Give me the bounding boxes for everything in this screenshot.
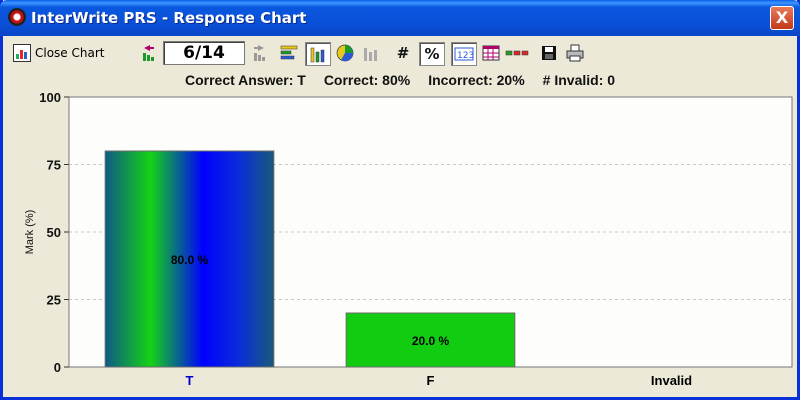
color-legend-icon xyxy=(505,50,529,56)
correct-answer-text: Correct Answer: T xyxy=(184,72,306,88)
print-button[interactable] xyxy=(565,42,585,64)
grid-table-icon xyxy=(482,45,500,61)
y-tick-label: 75 xyxy=(47,158,61,173)
close-chart-icon xyxy=(13,44,31,62)
previous-arrow-icon xyxy=(143,45,154,61)
vertical-bar-chart-icon xyxy=(310,47,325,63)
percent-toggle: % xyxy=(424,45,440,63)
vertical-bar-chart-button[interactable] xyxy=(305,42,331,66)
toolbar: Close Chart 6/14 # % 123 xyxy=(3,36,797,68)
pie-chart-icon xyxy=(336,44,354,62)
grid-table-button[interactable] xyxy=(481,42,501,64)
incorrect-percent-text: Incorrect: 20% xyxy=(428,72,525,88)
response-bar-chart: 0 25 50 75 100 Mark (%) 80.0 % T 20.0 % F Invalid xyxy=(24,92,793,388)
x-tick-label: F xyxy=(427,373,435,388)
percent-toggle-button[interactable]: % xyxy=(419,42,445,66)
numbered-labels-button[interactable]: 123 xyxy=(451,42,477,66)
close-chart-label: Close Chart xyxy=(35,46,105,60)
svg-text:123: 123 xyxy=(457,51,474,61)
correct-percent-text: Correct: 80% xyxy=(323,72,411,88)
next-arrow-icon xyxy=(254,45,265,61)
y-tick-label: 50 xyxy=(47,225,61,240)
pie-chart-button[interactable] xyxy=(335,42,355,64)
title-bar[interactable]: InterWrite PRS - Response Chart X xyxy=(0,0,800,36)
count-toggle-button[interactable]: # xyxy=(393,42,413,64)
window-title: InterWrite PRS - Response Chart xyxy=(31,9,307,27)
answer-summary: Correct Answer: T Correct: 80% Incorrect: … xyxy=(3,72,797,92)
bar-data-label: 80.0 % xyxy=(171,253,209,267)
count-toggle: # xyxy=(396,44,410,62)
y-axis-label: Mark (%) xyxy=(24,210,36,255)
x-tick-label: Invalid xyxy=(651,373,692,388)
disabled-bar-chart-icon xyxy=(364,48,377,61)
question-counter[interactable]: 6/14 xyxy=(163,41,245,65)
save-icon xyxy=(542,46,556,60)
close-window-button[interactable]: X xyxy=(770,6,794,30)
y-tick-label: 100 xyxy=(39,92,61,105)
app-logo-icon xyxy=(8,8,26,26)
disabled-chart-button[interactable] xyxy=(361,42,381,64)
x-tick-label: T xyxy=(186,373,194,388)
color-legend-button[interactable] xyxy=(505,42,529,64)
next-question-button[interactable] xyxy=(249,42,269,64)
y-tick-label: 25 xyxy=(47,293,61,308)
horizontal-bar-chart-icon xyxy=(280,45,298,60)
invalid-count-text: # Invalid: 0 xyxy=(542,72,616,88)
horizontal-bar-chart-button[interactable] xyxy=(279,42,299,64)
print-icon xyxy=(566,44,584,62)
close-chart-button[interactable]: Close Chart xyxy=(13,42,104,64)
y-tick-label: 0 xyxy=(54,360,61,375)
response-chart-window: InterWrite PRS - Response Chart X Close … xyxy=(0,0,800,400)
bar-data-label: 20.0 % xyxy=(412,334,450,348)
previous-question-button[interactable] xyxy=(139,42,159,64)
save-button[interactable] xyxy=(539,42,559,64)
numbered-labels-icon: 123 xyxy=(454,47,474,61)
